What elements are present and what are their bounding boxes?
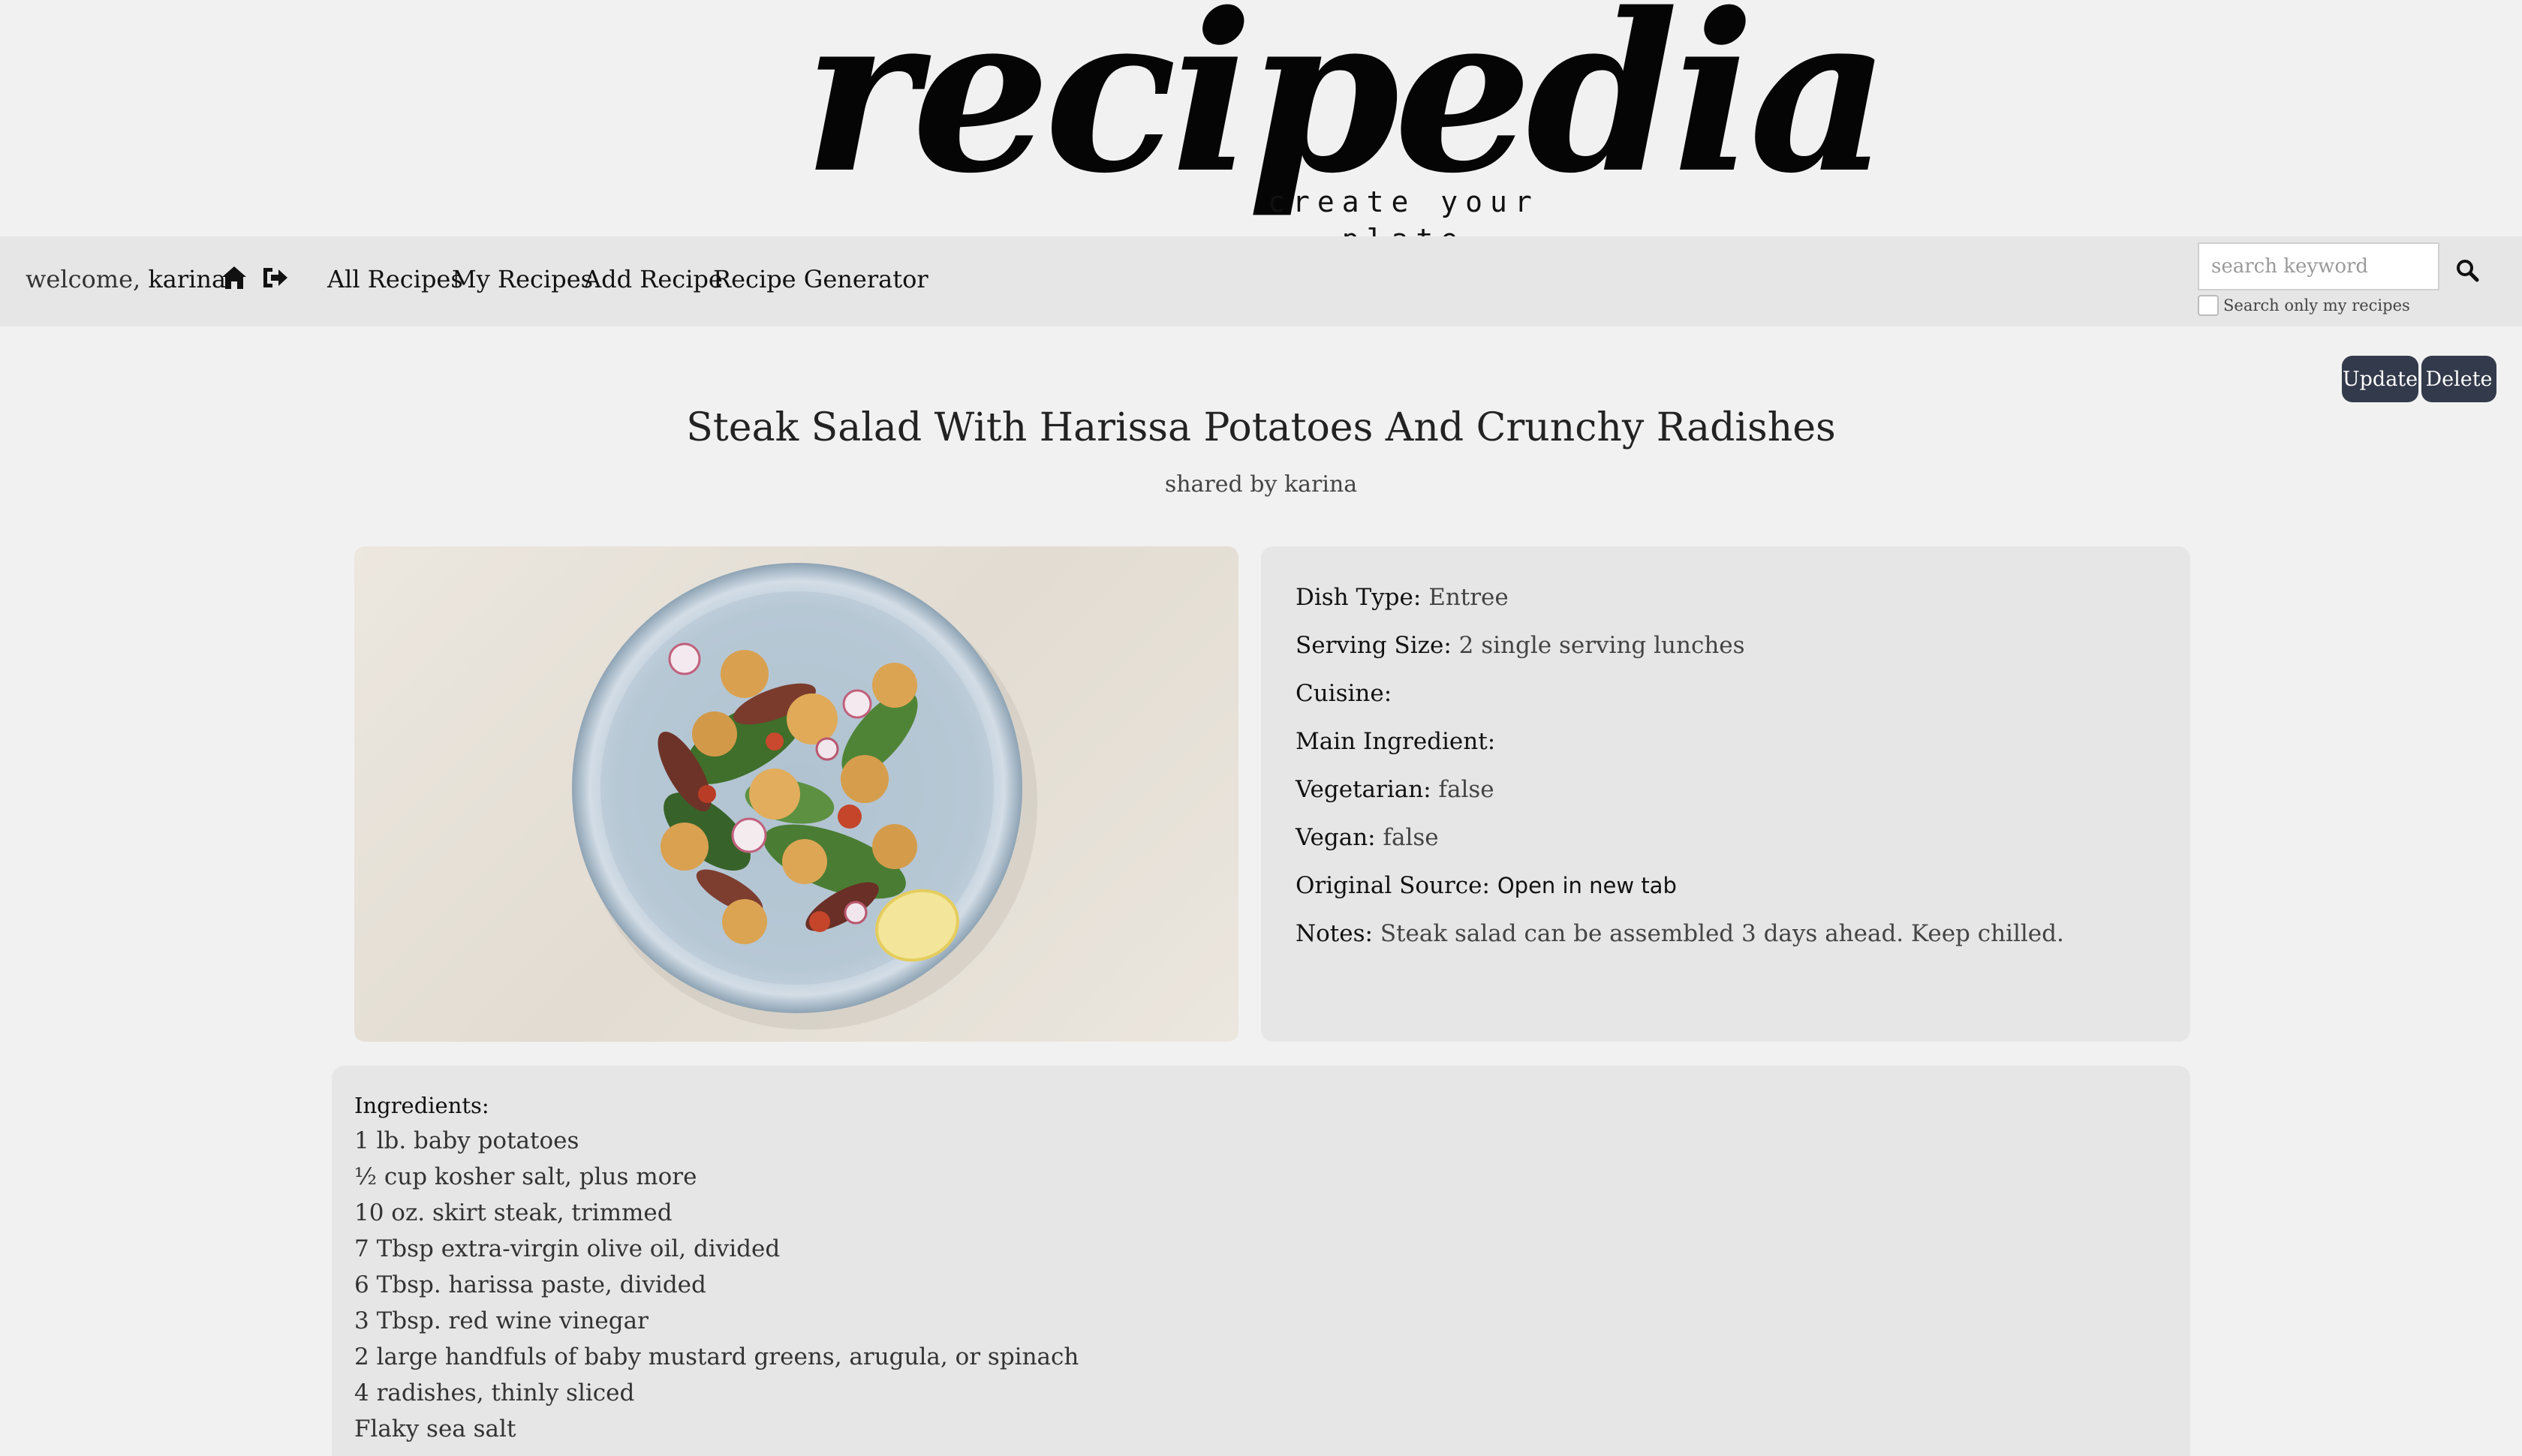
- delete-button[interactable]: Delete: [2421, 356, 2496, 402]
- ingredient-item: 1 lb. baby potatoes: [354, 1127, 579, 1154]
- ingredient-item: 7 Tbsp extra-virgin olive oil, divided: [354, 1235, 781, 1262]
- search-icon[interactable]: [2448, 251, 2486, 289]
- nav-recipe-generator[interactable]: Recipe Generator: [713, 265, 928, 293]
- top-navbar: welcome, karina All Recipes My Recipes A…: [0, 236, 2522, 326]
- ingredient-item: Flaky sea salt: [354, 1415, 516, 1442]
- ingredient-item: 10 oz. skirt steak, trimmed: [354, 1199, 673, 1226]
- welcome-username: karina: [148, 265, 227, 293]
- home-icon[interactable]: [218, 259, 251, 296]
- detail-label: Notes:: [1296, 920, 1373, 947]
- recipe-details-card: Dish Type: Entree Serving Size: 2 single…: [1261, 546, 2190, 1042]
- recipe-shared-by: shared by karina: [1164, 471, 1358, 498]
- detail-label: Main Ingredient:: [1296, 728, 1496, 755]
- detail-label: Vegan:: [1296, 824, 1376, 851]
- nav-all-recipes[interactable]: All Recipes: [327, 265, 463, 293]
- detail-value: 2 single serving lunches: [1458, 632, 1745, 659]
- detail-original-source: Original Source: Open in new tab: [1296, 872, 1677, 899]
- ingredient-item: 3 Tbsp. red wine vinegar: [354, 1307, 649, 1334]
- logout-icon[interactable]: [258, 259, 291, 296]
- update-button[interactable]: Update: [2342, 356, 2418, 402]
- detail-main-ingredient: Main Ingredient:: [1296, 728, 1495, 755]
- welcome-prefix: welcome,: [26, 265, 141, 293]
- recipe-photo: [354, 546, 1238, 1042]
- detail-vegetarian: Vegetarian: false: [1296, 776, 1494, 803]
- ingredients-card: Ingredients: 1 lb. baby potatoes ½ cup k…: [332, 1066, 2190, 1456]
- detail-value: Entree: [1428, 584, 1509, 611]
- detail-label: Cuisine:: [1296, 680, 1392, 707]
- detail-notes: Notes: Steak salad can be assembled 3 da…: [1296, 920, 2064, 947]
- detail-label: Vegetarian:: [1296, 776, 1431, 803]
- search-input[interactable]: [2198, 242, 2439, 290]
- ingredient-item: 2 large handfuls of baby mustard greens,…: [354, 1343, 1079, 1370]
- detail-value: Steak salad can be assembled 3 days ahea…: [1380, 920, 2064, 947]
- detail-vegan: Vegan: false: [1296, 824, 1439, 851]
- detail-label: Serving Size:: [1296, 632, 1452, 659]
- site-logo[interactable]: recipedia: [803, 0, 1890, 203]
- nav-my-recipes[interactable]: My Recipes: [452, 265, 593, 293]
- detail-cuisine: Cuisine:: [1296, 680, 1392, 707]
- ingredient-item: ½ cup kosher salt, plus more: [354, 1163, 697, 1190]
- site-header: recipedia create your plate: [0, 0, 2522, 256]
- welcome-text: welcome, karina: [26, 265, 226, 293]
- ingredients-title: Ingredients:: [354, 1093, 489, 1118]
- search-only-mine-checkbox[interactable]: [2198, 295, 2219, 316]
- detail-label: Original Source:: [1296, 872, 1490, 899]
- site-tagline: create your plate: [1268, 185, 1539, 256]
- detail-serving-size: Serving Size: 2 single serving lunches: [1296, 632, 1745, 659]
- recipe-title: Steak Salad With Harissa Potatoes And Cr…: [686, 405, 1836, 450]
- ingredient-item: 6 Tbsp. harissa paste, divided: [354, 1271, 706, 1298]
- detail-value: false: [1438, 776, 1494, 803]
- nav-add-recipe[interactable]: Add Recipe: [584, 265, 723, 293]
- detail-dish-type: Dish Type: Entree: [1296, 584, 1509, 611]
- ingredient-item: 4 radishes, thinly sliced: [354, 1379, 635, 1406]
- detail-value: false: [1383, 824, 1439, 851]
- search-only-mine-toggle[interactable]: Search only my recipes: [2198, 295, 2410, 316]
- search-only-mine-label: Search only my recipes: [2223, 296, 2410, 314]
- open-source-link[interactable]: Open in new tab: [1497, 873, 1677, 898]
- detail-label: Dish Type:: [1296, 584, 1422, 611]
